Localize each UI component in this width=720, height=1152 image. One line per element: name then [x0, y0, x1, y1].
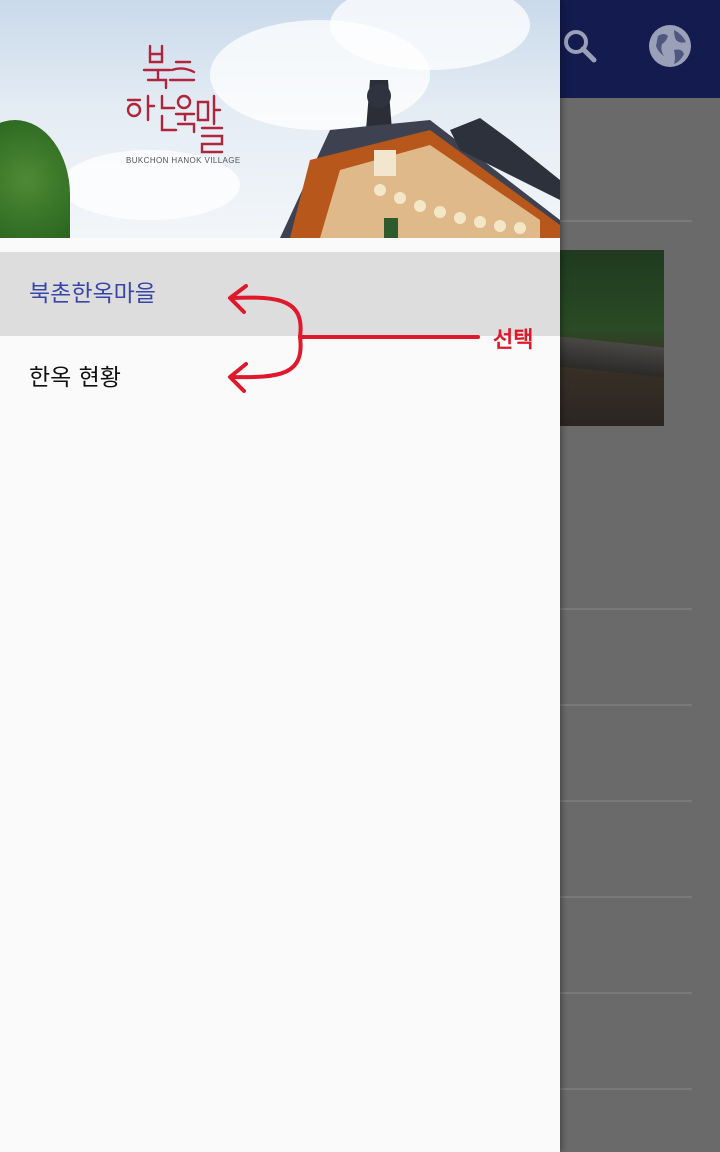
- thumbnail-image[interactable]: [560, 250, 664, 426]
- hanok-roof-graphic: [280, 80, 560, 238]
- list-divider: [560, 800, 692, 802]
- drawer-menu: 북촌한옥마을 한옥 현황: [0, 252, 560, 420]
- menu-item-hanok-status[interactable]: 한옥 현황: [0, 336, 560, 420]
- list-divider: [560, 608, 692, 610]
- drawer-header-image: BUKCHON HANOK VILLAGE: [0, 0, 560, 238]
- list-divider: [560, 220, 692, 222]
- list-divider: [560, 704, 692, 706]
- annotation-label: 선택: [493, 327, 534, 353]
- list-divider: [560, 992, 692, 994]
- list-divider: [560, 896, 692, 898]
- globe-icon[interactable]: [646, 22, 694, 70]
- menu-item-bukchon-hanok-village[interactable]: 북촌한옥마을: [0, 252, 560, 336]
- logo-text: BUKCHON HANOK VILLAGE: [126, 156, 241, 165]
- navigation-drawer: BUKCHON HANOK VILLAGE 북촌한옥마을 한옥 현황: [0, 0, 560, 1152]
- logo: [126, 44, 224, 154]
- menu-item-label: 북촌한옥마을: [29, 281, 156, 307]
- menu-item-label: 한옥 현황: [29, 365, 121, 391]
- search-icon[interactable]: [556, 22, 604, 70]
- tree-graphic: [0, 120, 70, 238]
- list-divider: [560, 1088, 692, 1090]
